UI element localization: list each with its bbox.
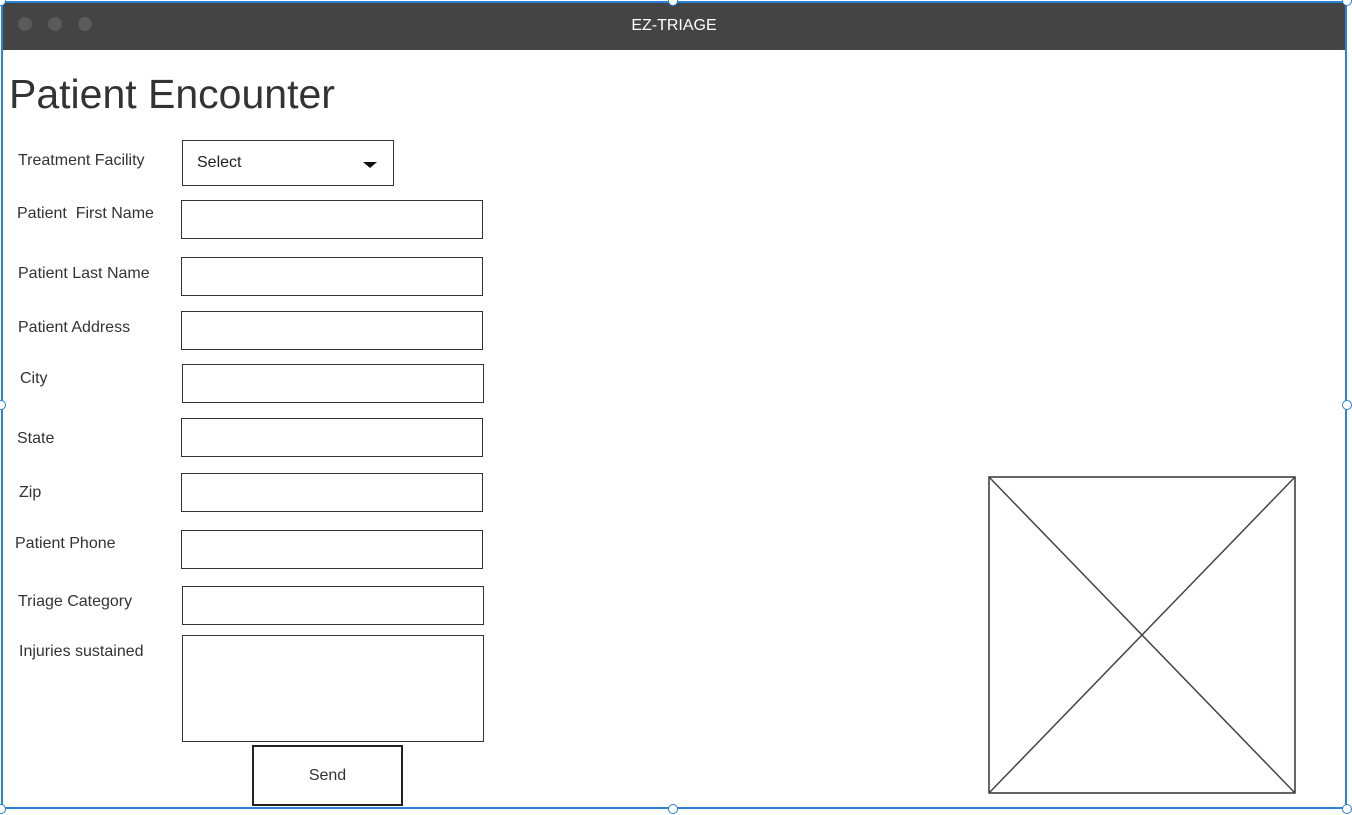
state-label: State — [17, 430, 55, 447]
resize-handle-bottom-right[interactable] — [1342, 804, 1352, 814]
window-titlebar: EZ-TRIAGE — [3, 3, 1345, 50]
last-name-field[interactable] — [181, 257, 483, 296]
last-name-label: Patient Last Name — [18, 265, 150, 282]
treatment-facility-label: Treatment Facility — [18, 152, 145, 169]
city-field[interactable] — [182, 364, 484, 403]
injuries-textarea[interactable] — [182, 635, 484, 742]
resize-handle-top-right[interactable] — [1342, 0, 1352, 6]
address-field[interactable] — [181, 311, 483, 350]
phone-label: Patient Phone — [15, 535, 116, 552]
triage-category-field[interactable] — [182, 586, 484, 625]
first-name-label: Patient First Name — [17, 205, 154, 222]
send-button[interactable]: Send — [252, 745, 403, 806]
treatment-facility-select[interactable]: Select — [182, 140, 394, 186]
page-title: Patient Encounter — [9, 71, 335, 117]
zip-label: Zip — [19, 484, 42, 501]
phone-field[interactable] — [181, 530, 483, 569]
triage-category-label: Triage Category — [18, 593, 133, 610]
chevron-down-icon — [363, 162, 377, 168]
state-field[interactable] — [181, 418, 483, 457]
injuries-label: Injuries sustained — [19, 643, 144, 660]
address-label: Patient Address — [18, 319, 131, 336]
resize-handle-bottom-left[interactable] — [0, 804, 6, 814]
treatment-facility-selected-value: Select — [197, 154, 242, 171]
image-placeholder-icon — [988, 476, 1296, 794]
city-label: City — [20, 370, 48, 387]
app-window: EZ-TRIAGE Patient Encounter Treatment Fa… — [1, 1, 1347, 809]
first-name-field[interactable] — [181, 200, 483, 239]
window-title: EZ-TRIAGE — [631, 17, 717, 34]
resize-handle-right[interactable] — [1342, 400, 1352, 410]
zip-field[interactable] — [181, 473, 483, 512]
resize-handle-bottom[interactable] — [668, 804, 678, 814]
